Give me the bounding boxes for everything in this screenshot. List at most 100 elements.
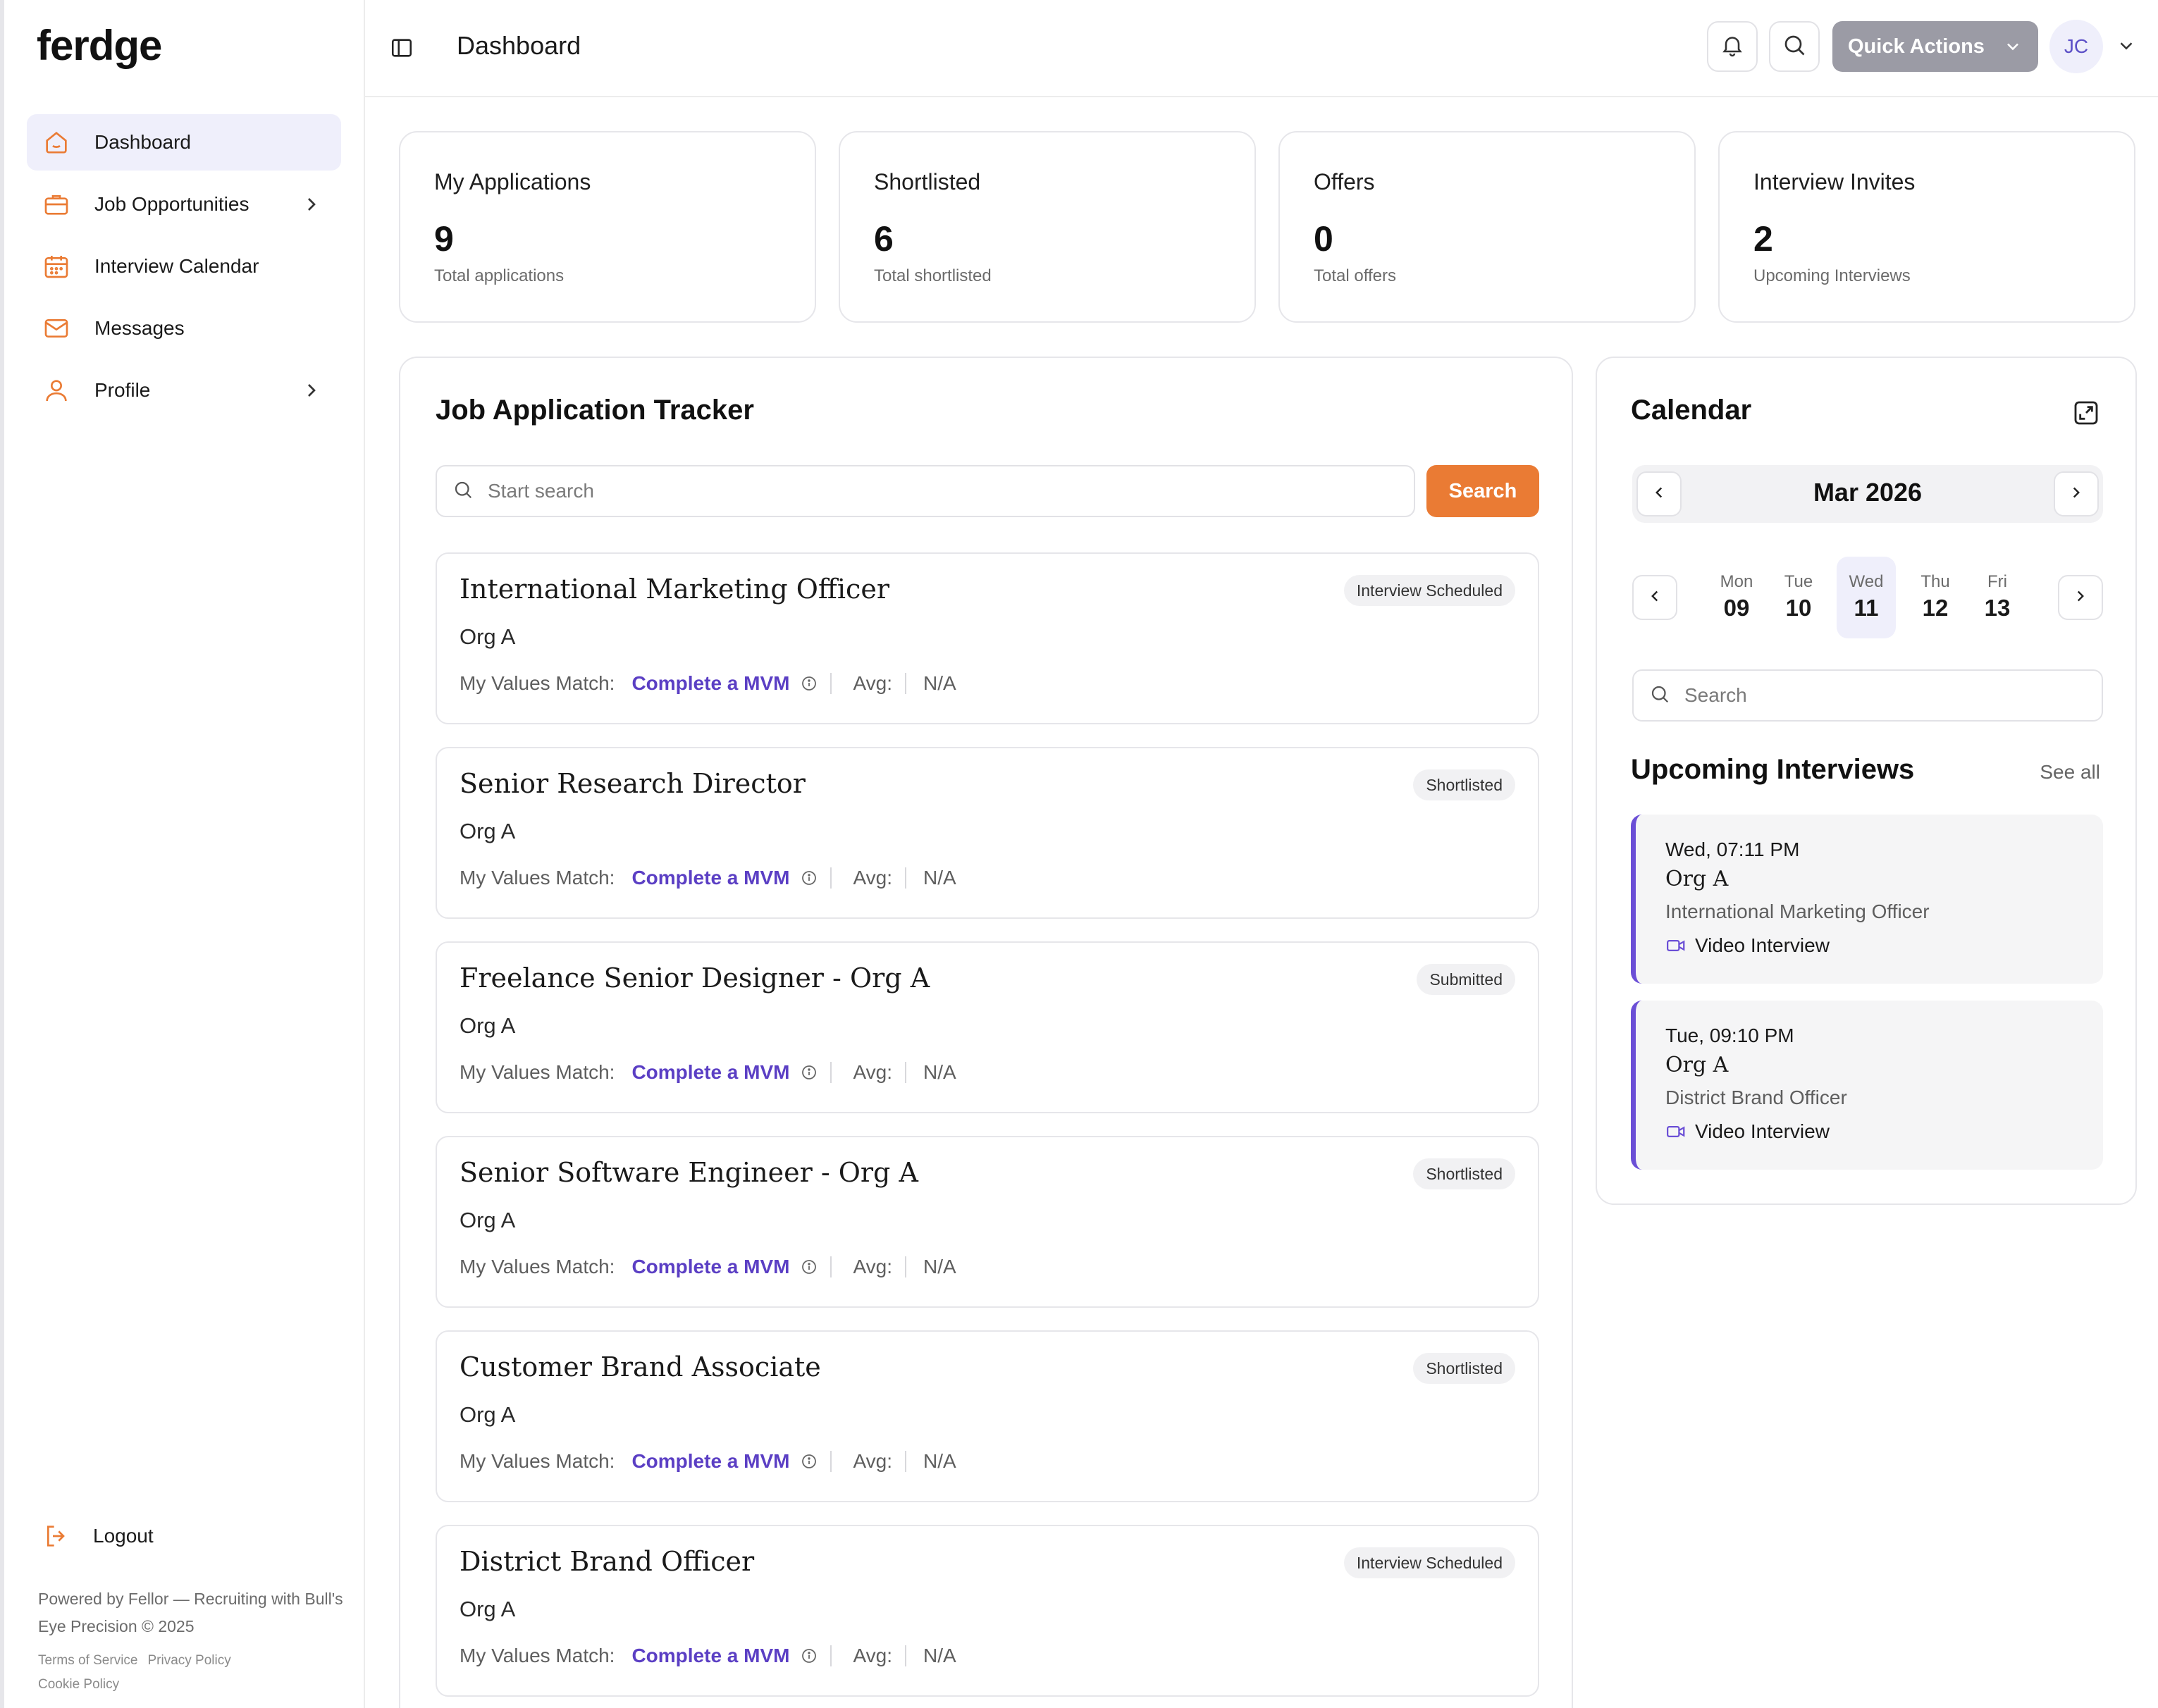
divider <box>905 1451 907 1472</box>
month-switcher: Mar 2026 <box>1632 465 2103 523</box>
stat-card-shortlisted[interactable]: Shortlisted 6 Total shortlisted <box>839 131 1256 323</box>
job-org: Org A <box>460 819 516 843</box>
info-icon[interactable] <box>801 1258 818 1275</box>
expand-icon[interactable] <box>2072 399 2100 431</box>
stat-card-interview-invites[interactable]: Interview Invites 2 Upcoming Interviews <box>1718 131 2135 323</box>
notifications-button[interactable] <box>1707 21 1758 72</box>
quick-actions-label: Quick Actions <box>1848 35 1985 58</box>
job-title[interactable]: District Brand Officer <box>460 1546 754 1577</box>
info-icon[interactable] <box>801 870 818 886</box>
cookie-link[interactable]: Cookie Policy <box>38 1677 119 1692</box>
job-title[interactable]: Customer Brand Associate <box>460 1351 821 1382</box>
next-week-button[interactable] <box>2058 575 2103 620</box>
logout-button[interactable]: Logout <box>42 1522 154 1550</box>
calendar-day[interactable]: Tue 10 <box>1769 557 1828 638</box>
interview-type-label: Video Interview <box>1695 934 1830 956</box>
quick-actions-button[interactable]: Quick Actions <box>1832 21 2038 72</box>
complete-mvm-link[interactable]: Complete a MVM <box>631 867 789 889</box>
avg-label: Avg: <box>853 1061 893 1083</box>
prev-week-button[interactable] <box>1632 575 1677 620</box>
search-button[interactable]: Search <box>1426 465 1539 517</box>
complete-mvm-link[interactable]: Complete a MVM <box>631 1450 789 1473</box>
chevron-left-icon <box>1646 587 1664 609</box>
calendar-day[interactable]: Mon 09 <box>1707 557 1766 638</box>
job-title[interactable]: International Marketing Officer <box>460 574 889 605</box>
job-card[interactable]: District Brand Officer Interview Schedule… <box>436 1525 1539 1697</box>
avg-label: Avg: <box>853 672 893 694</box>
avatar[interactable]: JC <box>2049 20 2103 73</box>
job-card[interactable]: Customer Brand Associate Shortlisted Org A… <box>436 1330 1539 1502</box>
status-badge: Shortlisted <box>1413 769 1515 800</box>
tracker-search-input[interactable]: Start search <box>436 465 1415 517</box>
sidebar-item-dashboard[interactable]: Dashboard <box>27 114 341 171</box>
month-label: Mar 2026 <box>1813 478 1923 507</box>
day-number: 09 <box>1723 595 1750 621</box>
info-icon[interactable] <box>801 675 818 692</box>
job-card[interactable]: Senior Research Director Shortlisted Org A… <box>436 747 1539 919</box>
sidebar-item-interview-calendar[interactable]: Interview Calendar <box>27 238 341 295</box>
job-title[interactable]: Senior Software Engineer - Org A <box>460 1157 918 1188</box>
interview-card[interactable]: Tue, 09:10 PM Org A District Brand Officer… <box>1631 1001 2103 1170</box>
job-card[interactable]: Senior Software Engineer - Org A Shortlis… <box>436 1136 1539 1308</box>
calendar-day[interactable]: Fri 13 <box>1968 557 2027 638</box>
interview-card[interactable]: Wed, 07:11 PM Org A International Marketin… <box>1631 815 2103 984</box>
privacy-link[interactable]: Privacy Policy <box>147 1653 230 1668</box>
calendar-search-input[interactable]: Search <box>1632 669 2103 722</box>
values-match-label: My Values Match: <box>460 1061 615 1083</box>
logo[interactable]: ferdge <box>37 21 162 70</box>
interview-role: District Brand Officer <box>1665 1087 1847 1108</box>
divider <box>905 867 907 889</box>
see-all-link[interactable]: See all <box>2040 761 2100 784</box>
job-card[interactable]: International Marketing Officer Interview… <box>436 552 1539 724</box>
values-match-label: My Values Match: <box>460 1450 615 1472</box>
complete-mvm-link[interactable]: Complete a MVM <box>631 1256 789 1278</box>
values-match-label: My Values Match: <box>460 1645 615 1666</box>
complete-mvm-link[interactable]: Complete a MVM <box>631 1061 789 1084</box>
job-meta: My Values Match: Complete a MVM Avg: N/A <box>460 867 956 889</box>
sidebar-item-messages[interactable]: Messages <box>27 300 341 357</box>
job-title[interactable]: Senior Research Director <box>460 768 806 799</box>
search-icon <box>452 479 474 504</box>
complete-mvm-link[interactable]: Complete a MVM <box>631 672 789 695</box>
sidebar-item-job-opportunities[interactable]: Job Opportunities <box>27 176 341 233</box>
app-root: ferdge Dashboard Job Opportunities Inter… <box>0 0 2158 1708</box>
sidebar-item-profile[interactable]: Profile <box>27 362 341 419</box>
global-search-button[interactable] <box>1769 21 1820 72</box>
chevron-down-icon[interactable] <box>2116 35 2137 60</box>
terms-link[interactable]: Terms of Service <box>38 1653 137 1668</box>
divider <box>830 867 832 889</box>
interview-type: Video Interview <box>1665 1120 1830 1143</box>
complete-mvm-link[interactable]: Complete a MVM <box>631 1645 789 1667</box>
stat-label: Shortlisted <box>874 169 981 194</box>
next-month-button[interactable] <box>2054 471 2099 516</box>
values-match-label: My Values Match: <box>460 867 615 889</box>
job-org: Org A <box>460 1013 516 1038</box>
info-icon[interactable] <box>801 1647 818 1664</box>
job-org: Org A <box>460 1402 516 1427</box>
video-camera-icon <box>1665 1121 1695 1142</box>
day-name: Fri <box>1987 572 2007 591</box>
job-card[interactable]: Freelance Senior Designer - Org A Submitt… <box>436 941 1539 1113</box>
day-number: 12 <box>1922 595 1949 621</box>
job-title[interactable]: Freelance Senior Designer - Org A <box>460 963 930 994</box>
tracker-title: Job Application Tracker <box>436 395 754 426</box>
sidebar-toggle-icon[interactable] <box>386 32 417 63</box>
divider <box>830 1256 832 1277</box>
interview-org: Org A <box>1665 867 1729 891</box>
stat-label: Offers <box>1314 169 1375 194</box>
avg-label: Avg: <box>853 867 893 889</box>
job-org: Org A <box>460 1208 516 1232</box>
stat-value: 6 <box>874 219 894 259</box>
avg-value: N/A <box>923 1645 956 1666</box>
logout-icon <box>42 1522 70 1550</box>
briefcase-icon <box>42 190 70 218</box>
info-icon[interactable] <box>801 1453 818 1470</box>
info-icon[interactable] <box>801 1064 818 1081</box>
calendar-day[interactable]: Thu 12 <box>1906 557 1965 638</box>
calendar-icon <box>42 252 70 280</box>
stat-card-offers[interactable]: Offers 0 Total offers <box>1278 131 1696 323</box>
calendar-day[interactable]: Wed 11 <box>1837 557 1896 638</box>
day-name: Tue <box>1784 572 1813 591</box>
stat-sub: Total offers <box>1314 266 1396 285</box>
stat-card-applications[interactable]: My Applications 9 Total applications <box>399 131 816 323</box>
